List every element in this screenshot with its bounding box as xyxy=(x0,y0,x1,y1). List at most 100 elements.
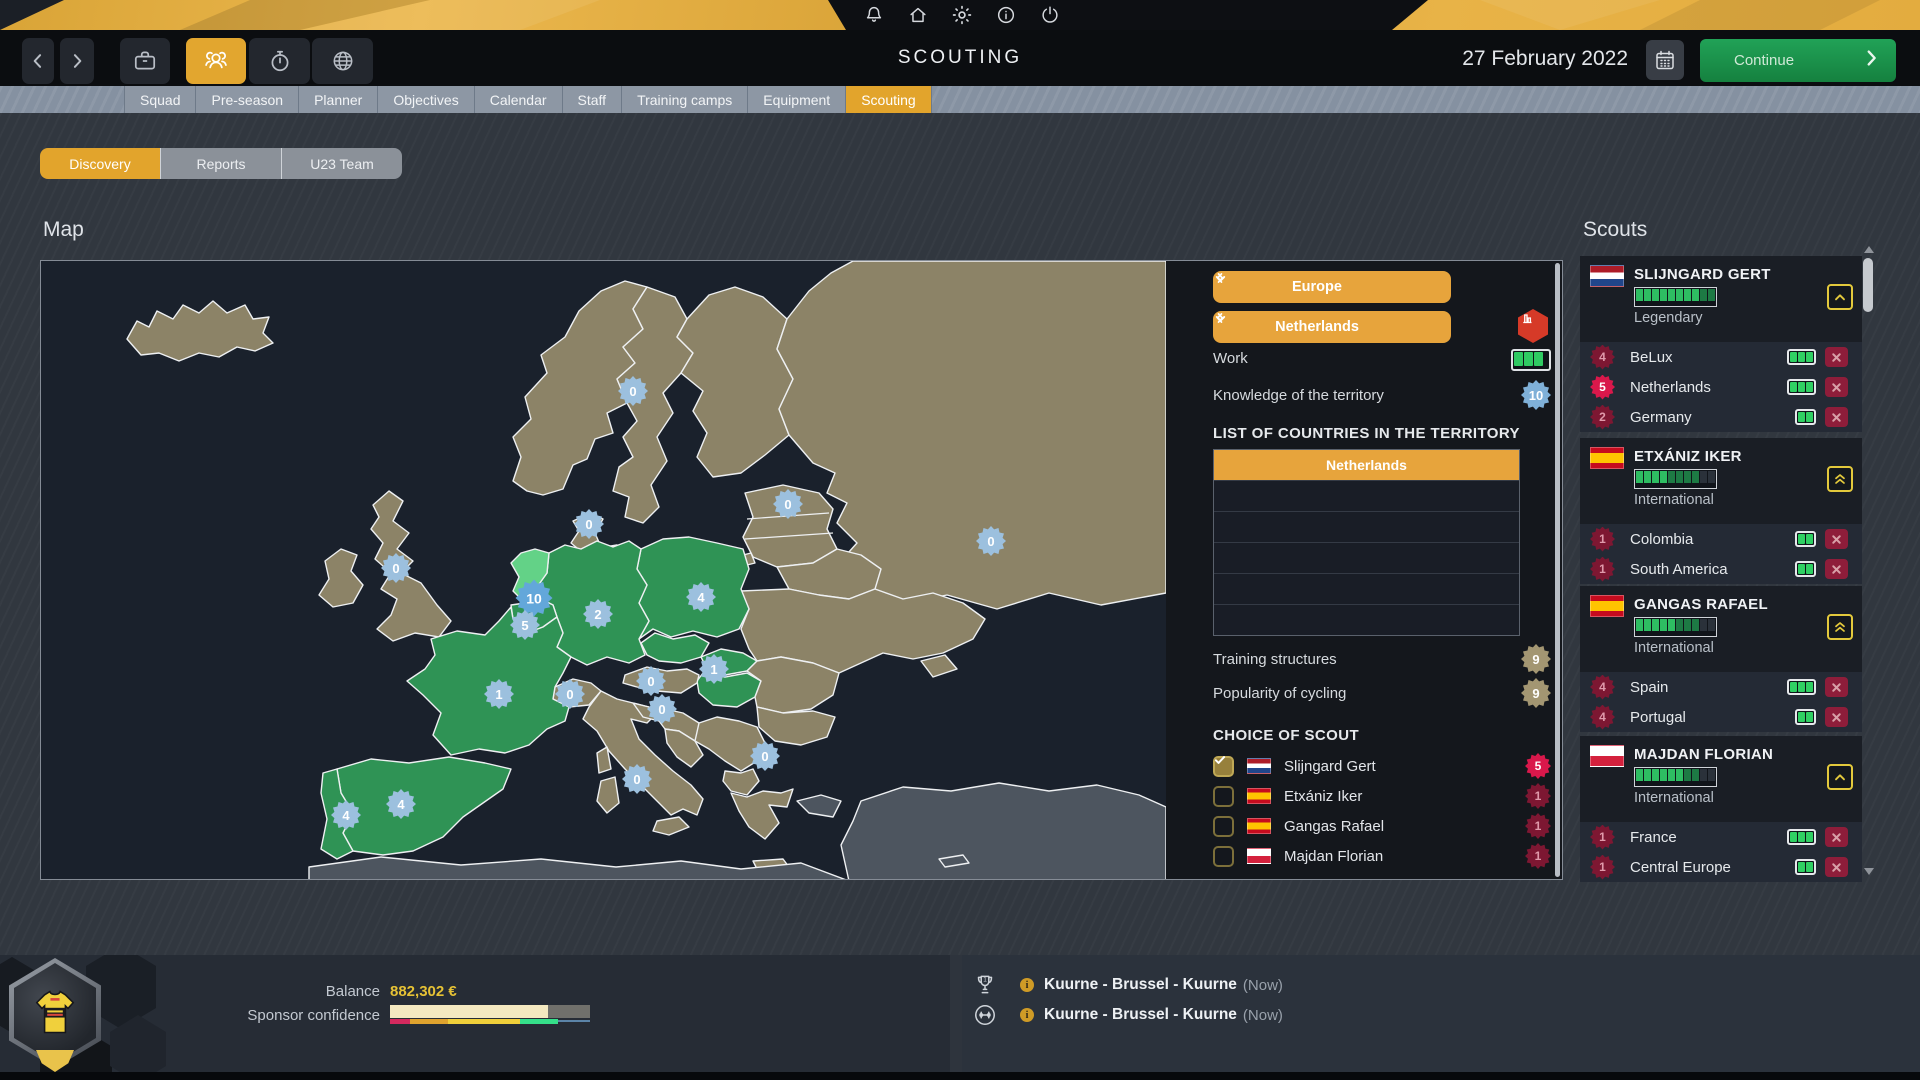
event-name[interactable]: Kuurne - Brussel - Kuurne xyxy=(1044,976,1237,994)
tab-objectives[interactable]: Objectives xyxy=(378,86,475,113)
spain-flag-icon xyxy=(1590,447,1624,469)
mission-territory: Germany xyxy=(1630,408,1692,426)
scroll-down-arrow[interactable] xyxy=(1864,868,1874,875)
scout-checkbox[interactable] xyxy=(1213,815,1234,837)
team-briefcase-button[interactable] xyxy=(120,38,170,84)
settings-gear-icon[interactable] xyxy=(950,3,974,27)
scout-choice-name[interactable]: Gangas Rafael xyxy=(1284,818,1525,835)
power-icon[interactable] xyxy=(1038,3,1062,27)
scouts-section-title: Scouts xyxy=(1583,218,1648,241)
scout-name: SLIJNGARD GERT xyxy=(1634,266,1771,283)
tab-pre-season[interactable]: Pre-season xyxy=(196,86,300,113)
tab-planner[interactable]: Planner xyxy=(299,86,379,113)
balance-value: 882,302 € xyxy=(390,983,457,1000)
poland-flag-icon xyxy=(1590,745,1624,767)
bell-icon[interactable] xyxy=(862,3,886,27)
tab-training-camps[interactable]: Training camps xyxy=(622,86,749,113)
page-title: SCOUTING xyxy=(897,47,1023,68)
mission-territory: Central Europe xyxy=(1630,858,1731,876)
remove-mission-button[interactable] xyxy=(1825,707,1848,727)
subtab-u23-team[interactable]: U23 Team xyxy=(282,148,402,179)
scouts-scrollbar-thumb[interactable] xyxy=(1863,258,1873,312)
collapse-double-button[interactable] xyxy=(1827,614,1853,640)
tab-equipment[interactable]: Equipment xyxy=(748,86,847,113)
mission-territory: South America xyxy=(1630,560,1728,578)
training-structures-badge: 9 xyxy=(1521,644,1551,674)
scout-card-header[interactable]: GANGAS RAFAEL International xyxy=(1580,586,1862,672)
country-list-item-empty xyxy=(1214,512,1519,543)
europe-map[interactable]: 0 0 0 0 0 10 5 2 4 1 0 0 0 1 0 0 4 4 Eur… xyxy=(40,260,1563,880)
scout-choice-name[interactable]: Slijngard Gert xyxy=(1284,758,1525,775)
scout-card-header[interactable]: MAJDAN FLORIAN International xyxy=(1580,736,1862,822)
remove-mission-button[interactable] xyxy=(1825,377,1848,397)
home-trainer-icon xyxy=(972,1002,998,1028)
main-tab-row: Squad Pre-season Planner Objectives Cale… xyxy=(0,86,1920,113)
spain-flag-icon xyxy=(1247,788,1271,804)
continue-label: Continue xyxy=(1734,52,1795,69)
remove-mission-button[interactable] xyxy=(1825,347,1848,367)
scout-choice-row: Gangas Rafael 1 xyxy=(1213,813,1551,839)
scout-choice-name[interactable]: Majdan Florian xyxy=(1284,848,1525,865)
info-dot-icon: i xyxy=(1020,1008,1034,1022)
mission-progress-bar xyxy=(1795,859,1816,875)
scout-card-header[interactable]: ETXÁNIZ IKER International xyxy=(1580,438,1862,524)
mission-progress-bar xyxy=(1795,561,1816,577)
subtab-reports[interactable]: Reports xyxy=(161,148,282,179)
subtab-discovery[interactable]: Discovery xyxy=(40,148,161,179)
country-selector[interactable]: Netherlands xyxy=(1213,311,1451,343)
event-row[interactable]: i Kuurne - Brussel - Kuurne (Now) xyxy=(972,1002,1283,1028)
forward-button[interactable] xyxy=(60,38,94,84)
calendar-icon-button[interactable] xyxy=(1646,40,1684,80)
event-name[interactable]: Kuurne - Brussel - Kuurne xyxy=(1044,1006,1237,1024)
info-icon[interactable] xyxy=(994,3,1018,27)
mission-progress-bar xyxy=(1787,349,1816,365)
home-icon[interactable] xyxy=(906,3,930,27)
tab-scouting[interactable]: Scouting xyxy=(846,86,932,113)
collapse-double-button[interactable] xyxy=(1827,466,1853,492)
scout-checkbox[interactable] xyxy=(1213,845,1234,867)
back-button[interactable] xyxy=(22,38,54,84)
sponsor-confidence-label: Sponsor confidence xyxy=(247,1007,380,1024)
remove-mission-button[interactable] xyxy=(1825,559,1848,579)
tab-squad[interactable]: Squad xyxy=(124,86,197,113)
remove-mission-button[interactable] xyxy=(1825,677,1848,697)
scouting-nav-button[interactable] xyxy=(186,38,246,84)
scout-card-header[interactable]: SLIJNGARD GERT Legendary xyxy=(1580,256,1862,342)
country-list-item-empty xyxy=(1214,481,1519,512)
remove-mission-button[interactable] xyxy=(1825,857,1848,877)
scout-choice-count-badge: 1 xyxy=(1525,843,1551,869)
scout-choice-count-badge: 1 xyxy=(1525,783,1551,809)
scroll-up-arrow[interactable] xyxy=(1864,246,1874,253)
collapse-button[interactable] xyxy=(1827,284,1853,310)
mission-territory: Portugal xyxy=(1630,708,1686,726)
svg-text:1: 1 xyxy=(983,976,987,983)
country-report-icon[interactable] xyxy=(1518,309,1548,343)
knowledge-badge: 10 xyxy=(1521,380,1551,410)
collapse-button[interactable] xyxy=(1827,764,1853,790)
remove-mission-button[interactable] xyxy=(1825,827,1848,847)
stopwatch-button[interactable] xyxy=(249,38,310,84)
mission-progress-bar xyxy=(1787,379,1816,395)
popularity-label: Popularity of cycling xyxy=(1213,685,1347,702)
continue-button[interactable]: Continue xyxy=(1700,39,1896,82)
event-row[interactable]: 1 i Kuurne - Brussel - Kuurne (Now) xyxy=(972,972,1283,998)
map-scroll-bar[interactable] xyxy=(1555,263,1560,877)
work-label: Work xyxy=(1213,350,1248,367)
region-selector[interactable]: Europe xyxy=(1213,271,1451,303)
remove-mission-button[interactable] xyxy=(1825,529,1848,549)
tab-staff[interactable]: Staff xyxy=(562,86,623,113)
globe-button[interactable] xyxy=(312,38,373,84)
top-gold-band xyxy=(0,0,1920,30)
scout-mission-row: 5 Netherlands xyxy=(1580,372,1862,402)
country-list-item-selected[interactable]: Netherlands xyxy=(1214,450,1519,481)
scout-checkbox[interactable] xyxy=(1213,785,1234,807)
scouting-subtabs: Discovery Reports U23 Team xyxy=(40,148,402,179)
scout-choice-name[interactable]: Etxániz Iker xyxy=(1284,788,1525,805)
mission-territory: France xyxy=(1630,828,1677,846)
scout-choice-row: Etxániz Iker 1 xyxy=(1213,783,1551,809)
current-date: 27 February 2022 xyxy=(1462,47,1628,70)
remove-mission-button[interactable] xyxy=(1825,407,1848,427)
scout-checkbox[interactable] xyxy=(1213,755,1234,777)
sponsor-confidence-bar xyxy=(390,1005,590,1018)
tab-calendar[interactable]: Calendar xyxy=(474,86,563,113)
